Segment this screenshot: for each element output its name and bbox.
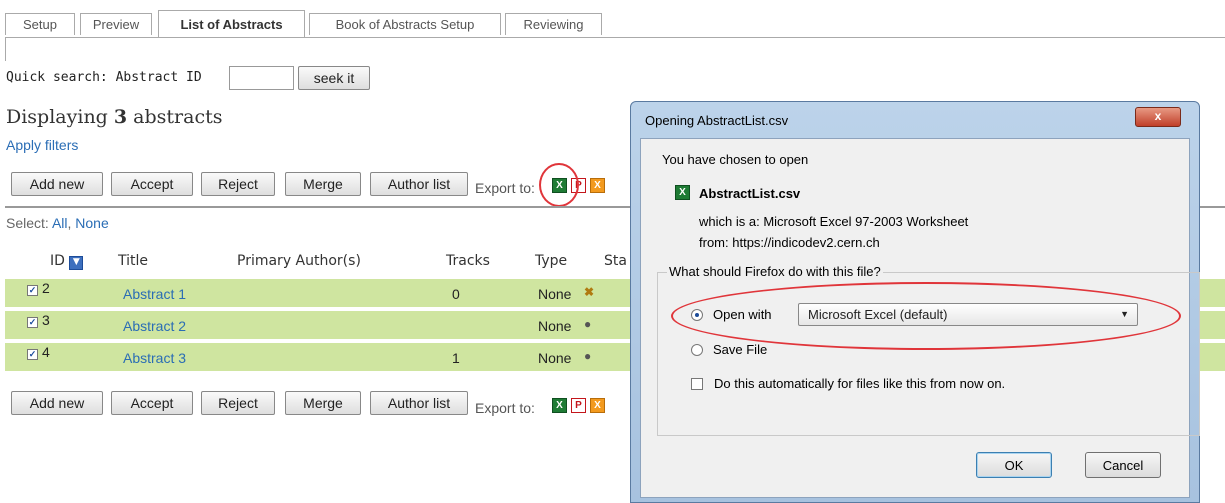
file-type: which is a: Microsoft Excel 97-2003 Work… [699, 214, 968, 229]
page-title: Displaying 3 abstracts [6, 106, 223, 128]
file-source-value: https://indicodev2.cern.ch [732, 235, 880, 250]
tab-reviewing[interactable]: Reviewing [505, 13, 602, 35]
ok-button[interactable]: OK [976, 452, 1052, 478]
select-all-link[interactable]: All [52, 215, 68, 231]
abstract-id-input[interactable] [229, 66, 294, 90]
summary-prefix: Displaying [6, 106, 108, 128]
pdf-export-icon[interactable]: P [571, 178, 586, 193]
application-select[interactable]: Microsoft Excel (default) ▼ [798, 303, 1138, 326]
reject-button-bottom[interactable]: Reject [201, 391, 275, 415]
column-id[interactable]: ID ▼ [50, 253, 84, 270]
application-select-value: Microsoft Excel (default) [808, 307, 948, 322]
seek-it-button[interactable]: seek it [298, 66, 370, 90]
author-list-button-bottom[interactable]: Author list [370, 391, 468, 415]
tab-divider [5, 37, 1225, 38]
abstract-count: 3 [113, 106, 128, 128]
select-none-link[interactable]: None [75, 215, 108, 231]
quick-search-label: Quick search: Abstract ID [6, 70, 202, 85]
action-question: What should Firefox do with this file? [667, 264, 883, 279]
apply-filters-link[interactable]: Apply filters [6, 137, 78, 153]
select-separator: , [67, 215, 72, 231]
file-source-label: from: [699, 235, 729, 250]
xml-export-icon-bottom[interactable]: X [590, 398, 605, 413]
cancel-button[interactable]: Cancel [1085, 452, 1161, 478]
tab-setup[interactable]: Setup [5, 13, 75, 35]
auto-checkbox[interactable] [691, 378, 703, 390]
author-list-button[interactable]: Author list [370, 172, 468, 196]
column-tracks[interactable]: Tracks [446, 253, 490, 269]
row-id: 2 [42, 280, 50, 296]
column-id-label: ID [50, 253, 65, 269]
select-controls: Select: All, None [6, 215, 109, 231]
excel-export-icon-bottom[interactable]: X [552, 398, 567, 413]
pdf-export-icon-bottom[interactable]: P [571, 398, 586, 413]
excel-file-icon: X [675, 185, 690, 200]
row-title-link[interactable]: Abstract 2 [123, 318, 186, 334]
row-checkbox[interactable]: ✓ [27, 285, 38, 296]
export-label: Export to: [475, 180, 535, 196]
select-label: Select: [6, 215, 49, 231]
column-type[interactable]: Type [535, 253, 567, 269]
save-file-radio[interactable] [691, 344, 703, 356]
row-type: None [538, 350, 572, 366]
summary-suffix: abstracts [133, 106, 223, 128]
dialog-close-button[interactable]: x [1135, 107, 1181, 127]
dialog-title: Opening AbstractList.csv [645, 113, 789, 128]
chevron-down-icon: ▼ [1120, 309, 1129, 319]
column-status[interactable]: Sta [604, 253, 627, 269]
auto-label[interactable]: Do this automatically for files like thi… [714, 376, 1005, 391]
tab-book-of-abstracts-setup[interactable]: Book of Abstracts Setup [309, 13, 501, 35]
xml-export-icon[interactable]: X [590, 178, 605, 193]
open-with-label[interactable]: Open with [713, 307, 772, 322]
file-type-value: Microsoft Excel 97-2003 Worksheet [763, 214, 969, 229]
status-submitted-icon: ● [584, 317, 592, 331]
status-submitted-icon: ● [584, 349, 592, 363]
row-title-link[interactable]: Abstract 3 [123, 350, 186, 366]
reject-button[interactable]: Reject [201, 172, 275, 196]
tab-list-of-abstracts[interactable]: List of Abstracts [158, 10, 305, 38]
sort-down-icon[interactable]: ▼ [69, 256, 84, 270]
row-tracks: 1 [452, 350, 460, 366]
tab-panel-edge [5, 37, 6, 61]
open-with-radio[interactable] [691, 309, 703, 321]
file-type-label: which is a: [699, 214, 760, 229]
row-id: 3 [42, 312, 50, 328]
save-file-label[interactable]: Save File [713, 342, 767, 357]
merge-button-bottom[interactable]: Merge [285, 391, 361, 415]
row-checkbox[interactable]: ✓ [27, 317, 38, 328]
row-checkbox[interactable]: ✓ [27, 349, 38, 360]
tab-preview[interactable]: Preview [80, 13, 152, 35]
merge-button[interactable]: Merge [285, 172, 361, 196]
add-new-button-bottom[interactable]: Add new [11, 391, 103, 415]
column-primary-authors[interactable]: Primary Author(s) [237, 253, 361, 269]
file-source: from: https://indicodev2.cern.ch [699, 235, 880, 250]
status-rejected-icon: ✖ [584, 285, 595, 299]
file-name: AbstractList.csv [699, 186, 801, 201]
row-type: None [538, 286, 572, 302]
row-id: 4 [42, 344, 50, 360]
add-new-button[interactable]: Add new [11, 172, 103, 196]
accept-button-bottom[interactable]: Accept [111, 391, 193, 415]
accept-button[interactable]: Accept [111, 172, 193, 196]
row-tracks: 0 [452, 286, 460, 302]
row-title-link[interactable]: Abstract 1 [123, 286, 186, 302]
row-type: None [538, 318, 572, 334]
chosen-text: You have chosen to open [662, 152, 809, 167]
column-title[interactable]: Title [118, 253, 148, 269]
export-label-bottom: Export to: [475, 400, 535, 416]
excel-export-icon[interactable]: X [552, 178, 567, 193]
